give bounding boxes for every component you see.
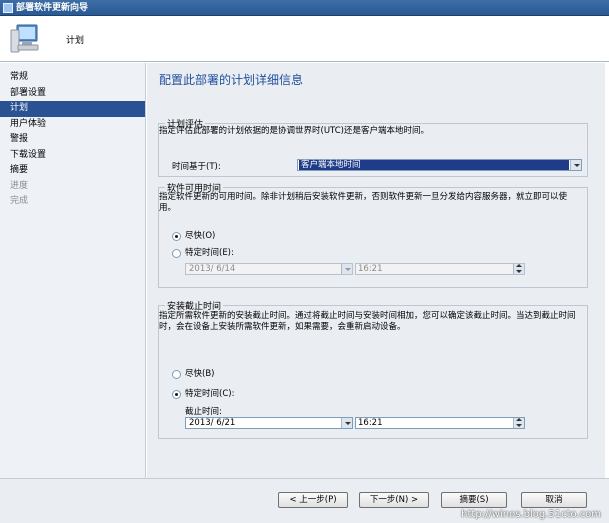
available-specific-label: 特定时间(E): (185, 248, 234, 258)
radio-unchecked-icon (172, 249, 181, 258)
nav-item-deployment-settings[interactable]: 部署设置 (0, 86, 145, 102)
deadline-date-picker[interactable]: 2013/ 6/21 (185, 417, 353, 429)
available-time-value: 16:21 (358, 264, 383, 274)
cancel-button[interactable]: 取消 (521, 492, 587, 508)
summary-button[interactable]: 摘要(S) (441, 492, 507, 508)
page-title: 配置此部署的计划详细信息 (159, 73, 304, 87)
spinner-buttons[interactable] (513, 418, 524, 428)
chevron-down-icon[interactable] (341, 418, 352, 428)
nav-item-completion: 完成 (10, 196, 29, 206)
schedule-eval-description: 指定评估此部署的计划依据的是协调世界时(UTC)还是客户端本地时间。 (159, 126, 429, 136)
time-based-select[interactable]: 客户端本地时间 (297, 159, 582, 171)
wizard-content: 配置此部署的计划详细信息 计划评估 指定评估此部署的计划依据的是协调世界时(UT… (147, 63, 605, 478)
spinner-buttons (513, 264, 524, 274)
nav-item-summary[interactable]: 摘要 (0, 163, 145, 179)
time-based-value: 客户端本地时间 (299, 160, 569, 170)
radio-checked-icon (172, 232, 181, 241)
chevron-down-icon (341, 264, 352, 274)
radio-unchecked-icon (172, 370, 181, 379)
nav-item-user-experience[interactable]: 用户体验 (0, 117, 145, 133)
deadline-description: 指定所需软件更新的安装截止时间。通过将截止时间与安装时间相加，您可以确定该截止时… (159, 311, 576, 332)
computer-icon (10, 24, 39, 53)
wizard-nav: 常规 部署设置 计划 用户体验 警报 下载设置 摘要 进度 完成 (0, 63, 146, 478)
chevron-down-icon[interactable] (570, 160, 581, 170)
deadline-asap-label: 尽快(B) (185, 369, 215, 379)
deadline-specific-label: 特定时间(C): (185, 389, 235, 399)
available-date-value: 2013/ 6/14 (189, 264, 236, 274)
available-specific-radio[interactable]: 特定时间(E): (172, 248, 234, 259)
deadline-label: 截止时间: (185, 407, 222, 417)
nav-item-progress: 进度 (10, 180, 29, 191)
deadline-time-value: 16:21 (358, 418, 383, 428)
deadline-time-spinner[interactable]: 16:21 (355, 417, 525, 429)
available-date-picker: 2013/ 6/14 (185, 263, 353, 275)
nav-item-general[interactable]: 常规 (0, 70, 145, 86)
available-asap-label: 尽快(O) (185, 231, 216, 241)
window-title: 部署软件更新向导 (16, 3, 89, 13)
wizard-header: 计划 (0, 16, 609, 62)
window-titlebar: 部署软件更新向导 (0, 0, 609, 16)
deadline-specific-radio[interactable]: 特定时间(C): (172, 389, 234, 400)
radio-checked-icon (172, 390, 181, 399)
nav-item-alerts[interactable]: 警报 (0, 132, 145, 148)
available-asap-radio[interactable]: 尽快(O) (172, 231, 215, 242)
nav-item-download-settings[interactable]: 下载设置 (0, 148, 145, 164)
available-time-description: 指定软件更新的可用时间。除非计划稍后安装软件更新，否则软件更新一旦分发给内容服务… (159, 192, 568, 213)
header-title: 计划 (66, 36, 85, 46)
back-button[interactable]: < 上一步(P) (278, 492, 348, 508)
wizard-footer: < 上一步(P) 下一步(N) > 摘要(S) 取消 http://winos.… (0, 478, 609, 523)
deadline-date-value: 2013/ 6/21 (189, 418, 236, 428)
watermark-text: http://winos.blog.51cto.com (461, 509, 601, 520)
time-based-label: 时间基于(T): (172, 162, 221, 172)
next-button[interactable]: 下一步(N) > (359, 492, 429, 508)
nav-item-schedule[interactable]: 计划 (0, 101, 145, 117)
deadline-asap-radio[interactable]: 尽快(B) (172, 369, 214, 380)
wizard-app-icon (3, 3, 13, 13)
available-time-spinner: 16:21 (355, 263, 525, 275)
